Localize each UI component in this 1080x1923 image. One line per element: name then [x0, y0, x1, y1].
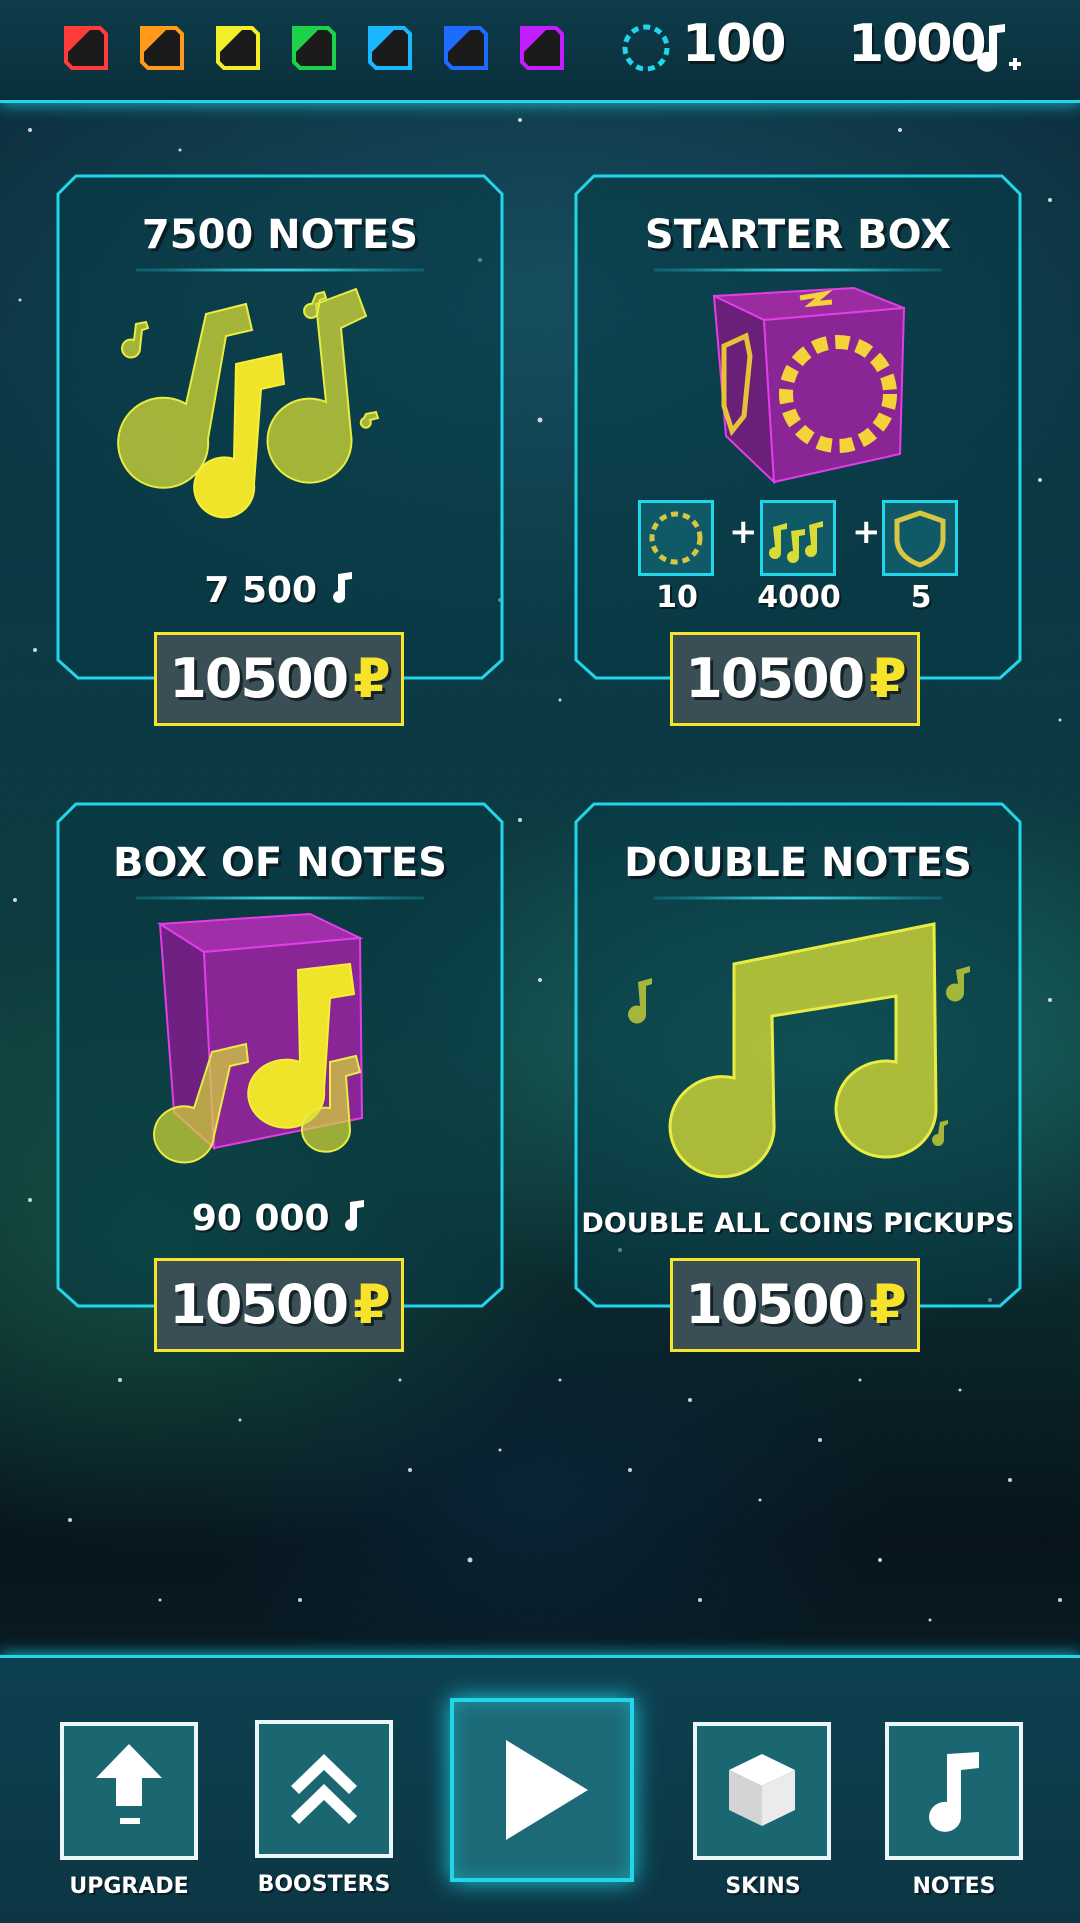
- upgrade-button[interactable]: [60, 1722, 198, 1860]
- notes-button[interactable]: [885, 1722, 1023, 1860]
- offer-title: DOUBLE NOTES: [624, 840, 972, 886]
- coin-ring-icon: [622, 24, 670, 72]
- note-icon: [332, 572, 352, 603]
- currency-symbol: ₽: [353, 1273, 391, 1336]
- red-gem-icon[interactable]: [62, 24, 110, 72]
- starter-item-shields: [882, 500, 958, 576]
- starter-item-notes-value: 4000: [757, 580, 841, 615]
- upgrade-label: UPGRADE: [69, 1874, 189, 1899]
- coin-ring-icon: [649, 511, 703, 565]
- notes-icon: [117, 287, 380, 519]
- buy-button-double-notes[interactable]: 10500 ₽: [670, 1258, 920, 1352]
- coins-counter: 100: [682, 14, 787, 74]
- yellow-gem-icon[interactable]: [214, 24, 262, 72]
- buy-button-box-of-notes[interactable]: 10500 ₽: [154, 1258, 404, 1352]
- currency-symbol: ₽: [869, 647, 907, 710]
- double-chevron-up-icon: [291, 1754, 357, 1824]
- buy-button-7500-notes[interactable]: 10500 ₽: [154, 632, 404, 726]
- boosters-button[interactable]: [255, 1720, 393, 1858]
- play-icon: [506, 1740, 588, 1840]
- currency-symbol: ₽: [353, 647, 391, 710]
- offer-card-box-of-notes[interactable]: BOX OF NOTES 90 000: [56, 802, 504, 1308]
- title-underline: [654, 268, 942, 272]
- green-gem-icon[interactable]: [290, 24, 338, 72]
- offer-amount-value: 90 000: [191, 1198, 330, 1239]
- offer-amount: 90 000: [56, 1198, 504, 1239]
- starter-item-shields-value: 5: [910, 580, 932, 615]
- offer-card-starter-box[interactable]: STARTER BOX + + 10 4000 5: [574, 174, 1022, 680]
- plus-sign: +: [852, 512, 881, 552]
- price-value: 10500: [685, 647, 865, 710]
- starter-item-notes: [760, 500, 836, 576]
- price-value: 10500: [685, 1273, 865, 1336]
- price-value: 10500: [169, 647, 349, 710]
- offer-amount: 7 500: [56, 570, 504, 611]
- buy-button-starter-box[interactable]: 10500 ₽: [670, 632, 920, 726]
- offer-card-double-notes[interactable]: DOUBLE NOTES DOUBLE ALL COINS PICKUPS: [574, 802, 1022, 1308]
- starter-item-coins-value: 10: [656, 580, 698, 615]
- notes-icon: [769, 521, 823, 563]
- box-of-notes-icon: [153, 912, 364, 1164]
- offer-title: BOX OF NOTES: [113, 840, 447, 886]
- offer-title: STARTER BOX: [644, 212, 952, 258]
- cube-icon: [729, 1754, 795, 1826]
- offer-title: 7500 NOTES: [141, 212, 419, 258]
- notes-label: NOTES: [912, 1874, 996, 1899]
- note-icon: [345, 1200, 365, 1231]
- upgrade-arrow-icon: [96, 1744, 162, 1824]
- shield-icon: [894, 510, 946, 568]
- offer-amount-value: 7 500: [204, 570, 318, 611]
- cyan-gem-icon[interactable]: [366, 24, 414, 72]
- orange-gem-icon[interactable]: [138, 24, 186, 72]
- offer-card-7500-notes[interactable]: 7500 NOTES 7 500: [56, 174, 504, 680]
- double-notes-icon: [628, 922, 970, 1179]
- add-notes-icon[interactable]: [975, 20, 1023, 80]
- starter-box-icon: [712, 286, 906, 485]
- offer-description: DOUBLE ALL COINS PICKUPS: [581, 1208, 1015, 1239]
- notes-counter: 1000: [848, 14, 987, 74]
- price-value: 10500: [169, 1273, 349, 1336]
- note-icon: [929, 1752, 979, 1832]
- currency-symbol: ₽: [869, 1273, 907, 1336]
- blue-gem-icon[interactable]: [442, 24, 490, 72]
- boosters-label: BOOSTERS: [257, 1872, 391, 1897]
- skins-button[interactable]: [693, 1722, 831, 1860]
- starter-item-coins: [638, 500, 714, 576]
- title-underline: [136, 268, 424, 272]
- purple-gem-icon[interactable]: [518, 24, 566, 72]
- top-bar: 100 1000: [0, 0, 1080, 103]
- play-button[interactable]: [450, 1698, 634, 1882]
- title-underline: [136, 896, 424, 900]
- skins-label: SKINS: [725, 1874, 801, 1899]
- title-underline: [654, 896, 942, 900]
- plus-sign: +: [729, 512, 758, 552]
